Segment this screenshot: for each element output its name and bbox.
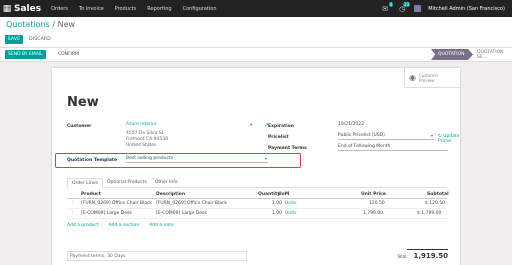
customer-value: Azure Interior <box>126 122 157 127</box>
save-button[interactable]: SAVE <box>5 35 23 44</box>
row-description[interactable]: [E-COM09] Large Desk <box>156 211 207 216</box>
customer-caret-icon[interactable]: ▾ <box>250 123 252 128</box>
pricelist-value: Public Pricelist (USD) <box>338 133 385 138</box>
chat-badge: 4 <box>388 1 394 7</box>
payment-terms-value: End of Following Month <box>338 144 391 149</box>
breadcrumb: Quotations / New <box>6 20 75 29</box>
drag-handle-icon[interactable]: ⋮ <box>70 201 75 206</box>
form-tabs: Order Lines Optional Products Other Info <box>67 178 447 188</box>
expiration-label: Expiration <box>268 124 294 129</box>
customer-field[interactable]: Azure Interior <box>126 122 236 129</box>
app-brand[interactable]: Sales <box>14 4 41 14</box>
row-quantity[interactable]: 1.00 <box>272 201 282 206</box>
col-description[interactable]: Description <box>156 192 185 197</box>
pricelist-label: Pricelist <box>268 135 289 140</box>
payment-terms-field[interactable]: End of Following Month <box>338 144 448 151</box>
add-line-links: Add a product Add a section Add a note <box>67 223 174 228</box>
terms-note-field[interactable]: Payment terms: 30 Days <box>67 251 247 261</box>
row-quantity[interactable]: 1.00 <box>272 211 282 216</box>
smart-line-2: Preview <box>418 77 435 83</box>
total-value: 1,919.50 <box>413 252 448 260</box>
breadcrumb-current: New <box>57 20 76 29</box>
quotation-template-value: Best selling products <box>126 156 174 161</box>
col-unit-price[interactable]: Unit Price <box>361 192 386 197</box>
total-box: 1,919.50 <box>407 249 448 261</box>
table-row[interactable]: ⋮ [E-COM09] Large Desk [E-COM09] Large D… <box>67 209 447 219</box>
breadcrumb-quotations[interactable]: Quotations <box>6 20 50 29</box>
user-menu[interactable]: Mitchell Admin (San Francisco) <box>428 6 505 12</box>
table-row[interactable]: ⋮ [FURN_0269] Office Chair Black [FURN_0… <box>67 199 447 209</box>
row-unit-price[interactable]: 1,799.00 <box>363 211 383 216</box>
row-subtotal: $ 1,799.00 <box>417 211 442 216</box>
avatar[interactable] <box>414 5 422 12</box>
row-uom[interactable]: Units <box>285 211 297 216</box>
customer-preview-label: Customer Preview <box>419 73 438 83</box>
control-panel: Quotations / New SAVE DISCARD <box>0 17 512 48</box>
chevron-down-icon: ▾ <box>264 156 267 161</box>
drag-handle-icon[interactable]: ⋮ <box>70 211 75 216</box>
col-quantity[interactable]: Quantity <box>258 192 280 197</box>
customer-label: Customer <box>67 124 92 129</box>
row-product[interactable]: [E-COM09] Large Desk <box>81 211 132 216</box>
customer-address: 4557 De Silva St Fremont CA 94538 United… <box>126 131 168 149</box>
status-bar: SEND BY EMAIL CONFIRM QUOTATION QUOTATIO… <box>0 48 512 62</box>
menu-configuration[interactable]: Configuration <box>183 6 217 12</box>
add-section-link[interactable]: Add a section <box>109 223 140 228</box>
discard-button[interactable]: DISCARD <box>27 35 53 44</box>
chevron-down-icon: ▾ <box>430 133 433 138</box>
update-prices-label: Update Prices <box>438 134 460 144</box>
add-note-link[interactable]: Add a note <box>149 223 173 228</box>
payment-terms-label: Payment Terms <box>268 146 307 151</box>
row-unit-price[interactable]: 120.50 <box>369 201 385 206</box>
row-subtotal: $ 120.50 <box>425 201 446 206</box>
add-product-link[interactable]: Add a product <box>67 223 99 228</box>
pricelist-field[interactable]: Public Pricelist (USD) ▾ <box>338 133 434 140</box>
tab-optional-products[interactable]: Optional Products <box>103 178 151 188</box>
quotation-template-label: Quotation Template <box>67 158 118 163</box>
form-sheet: ◉ Customer Preview New Customer Azure In… <box>52 68 460 265</box>
menu-reporting[interactable]: Reporting <box>147 6 171 12</box>
navbar-systray: ✉ 4 ◷ 23 Mitchell Admin (San Francisco) <box>380 1 505 14</box>
stage-quotation[interactable]: QUOTATION <box>431 49 473 60</box>
col-uom[interactable]: UoM <box>278 192 289 197</box>
menu-orders[interactable]: Orders <box>51 6 68 12</box>
chat-icon[interactable]: ✉ 4 <box>380 1 394 14</box>
row-product[interactable]: [FURN_0269] Office Chair Black <box>81 201 152 206</box>
send-by-email-button[interactable]: SEND BY EMAIL <box>5 50 46 59</box>
top-navbar: ▦ Sales Orders To Invoice Products Repor… <box>0 0 512 17</box>
address-line-3: United States <box>126 143 157 148</box>
quotation-template-field[interactable]: Best selling products ▾ <box>126 156 268 163</box>
row-description[interactable]: [FURN_0269] Office Chair Black <box>156 201 227 206</box>
apps-menu-icon[interactable]: ▦ <box>0 0 14 17</box>
smart-line-1: Customer <box>418 72 439 78</box>
update-prices-link[interactable]: ↻ Update Prices <box>438 134 460 144</box>
confirm-button[interactable]: CONFIRM <box>55 50 82 59</box>
activity-icon[interactable]: ◷ 23 <box>397 1 411 14</box>
order-lines-header: Product Description Quantity UoM Unit Pr… <box>67 190 449 199</box>
tab-order-lines[interactable]: Order Lines <box>67 178 103 188</box>
stage-quotation-sent[interactable]: QUOTATION SE... <box>470 49 512 60</box>
col-subtotal[interactable]: Subtotal <box>427 192 449 197</box>
menu-products[interactable]: Products <box>115 6 137 12</box>
row-uom[interactable]: Units <box>285 201 297 206</box>
customer-preview-button[interactable]: ◉ Customer Preview <box>404 68 460 88</box>
main-menu: Orders To Invoice Products Reporting Con… <box>51 6 216 12</box>
col-product[interactable]: Product <box>81 192 101 197</box>
tab-other-info[interactable]: Other Info <box>151 178 182 188</box>
expiration-field[interactable]: 10/21/2022 <box>338 122 438 129</box>
menu-to-invoice[interactable]: To Invoice <box>79 6 104 12</box>
expiration-value: 10/21/2022 <box>338 122 364 127</box>
globe-icon: ◉ <box>409 73 416 82</box>
breadcrumb-separator: / <box>49 20 58 29</box>
page-title: New <box>67 95 99 110</box>
activity-badge: 23 <box>403 1 411 7</box>
